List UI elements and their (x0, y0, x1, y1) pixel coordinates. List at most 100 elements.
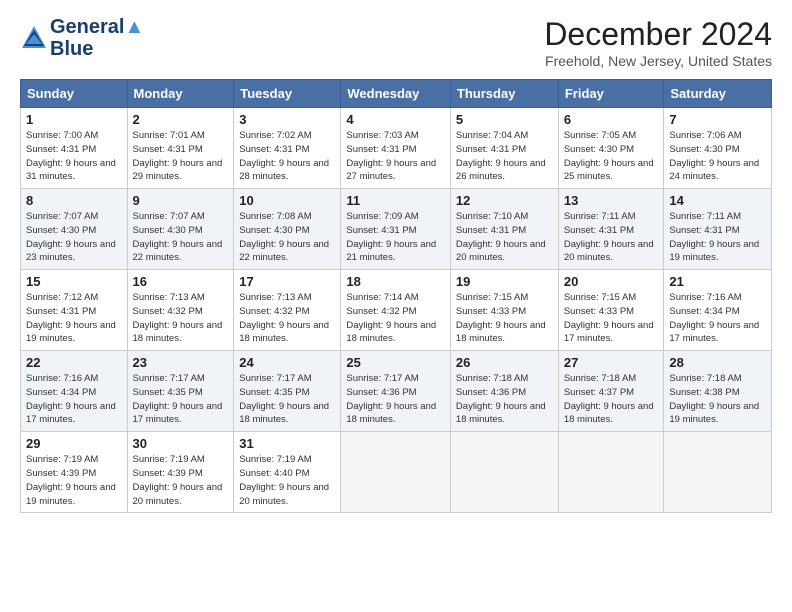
day-number: 1 (26, 112, 122, 127)
day-info: Sunrise: 7:10 AMSunset: 4:31 PMDaylight:… (456, 210, 553, 265)
day-info: Sunrise: 7:11 AMSunset: 4:31 PMDaylight:… (669, 210, 766, 265)
day-number: 4 (346, 112, 445, 127)
day-info: Sunrise: 7:13 AMSunset: 4:32 PMDaylight:… (239, 291, 335, 346)
calendar-week-row: 22 Sunrise: 7:16 AMSunset: 4:34 PMDaylig… (21, 351, 772, 432)
calendar-day-cell: 5 Sunrise: 7:04 AMSunset: 4:31 PMDayligh… (450, 108, 558, 189)
calendar-body: 1 Sunrise: 7:00 AMSunset: 4:31 PMDayligh… (21, 108, 772, 513)
day-number: 18 (346, 274, 445, 289)
title-section: December 2024 Freehold, New Jersey, Unit… (544, 16, 772, 69)
day-info: Sunrise: 7:15 AMSunset: 4:33 PMDaylight:… (564, 291, 659, 346)
day-number: 2 (133, 112, 229, 127)
calendar-day-cell (558, 432, 664, 513)
day-info: Sunrise: 7:16 AMSunset: 4:34 PMDaylight:… (669, 291, 766, 346)
day-info: Sunrise: 7:19 AMSunset: 4:40 PMDaylight:… (239, 453, 335, 508)
logo-icon (20, 24, 48, 52)
calendar-day-cell: 29 Sunrise: 7:19 AMSunset: 4:39 PMDaylig… (21, 432, 128, 513)
day-number: 22 (26, 355, 122, 370)
day-info: Sunrise: 7:18 AMSunset: 4:38 PMDaylight:… (669, 372, 766, 427)
day-info: Sunrise: 7:05 AMSunset: 4:30 PMDaylight:… (564, 129, 659, 184)
calendar-day-cell: 10 Sunrise: 7:08 AMSunset: 4:30 PMDaylig… (234, 189, 341, 270)
calendar-day-cell: 3 Sunrise: 7:02 AMSunset: 4:31 PMDayligh… (234, 108, 341, 189)
day-info: Sunrise: 7:17 AMSunset: 4:36 PMDaylight:… (346, 372, 445, 427)
day-info: Sunrise: 7:19 AMSunset: 4:39 PMDaylight:… (133, 453, 229, 508)
calendar-day-cell: 31 Sunrise: 7:19 AMSunset: 4:40 PMDaylig… (234, 432, 341, 513)
calendar-day-cell: 13 Sunrise: 7:11 AMSunset: 4:31 PMDaylig… (558, 189, 664, 270)
day-number: 15 (26, 274, 122, 289)
calendar-week-row: 29 Sunrise: 7:19 AMSunset: 4:39 PMDaylig… (21, 432, 772, 513)
calendar-week-row: 15 Sunrise: 7:12 AMSunset: 4:31 PMDaylig… (21, 270, 772, 351)
day-info: Sunrise: 7:02 AMSunset: 4:31 PMDaylight:… (239, 129, 335, 184)
calendar-day-cell: 16 Sunrise: 7:13 AMSunset: 4:32 PMDaylig… (127, 270, 234, 351)
calendar-day-cell: 25 Sunrise: 7:17 AMSunset: 4:36 PMDaylig… (341, 351, 451, 432)
logo-text: General▲ Blue (50, 16, 144, 60)
day-number: 31 (239, 436, 335, 451)
calendar-day-cell: 15 Sunrise: 7:12 AMSunset: 4:31 PMDaylig… (21, 270, 128, 351)
calendar-week-row: 1 Sunrise: 7:00 AMSunset: 4:31 PMDayligh… (21, 108, 772, 189)
page: General▲ Blue December 2024 Freehold, Ne… (0, 0, 792, 523)
day-number: 8 (26, 193, 122, 208)
day-info: Sunrise: 7:06 AMSunset: 4:30 PMDaylight:… (669, 129, 766, 184)
header-day: Friday (558, 80, 664, 108)
calendar-day-cell: 4 Sunrise: 7:03 AMSunset: 4:31 PMDayligh… (341, 108, 451, 189)
day-number: 29 (26, 436, 122, 451)
header-day: Wednesday (341, 80, 451, 108)
day-number: 23 (133, 355, 229, 370)
calendar-day-cell: 27 Sunrise: 7:18 AMSunset: 4:37 PMDaylig… (558, 351, 664, 432)
calendar-day-cell (664, 432, 772, 513)
calendar-day-cell: 20 Sunrise: 7:15 AMSunset: 4:33 PMDaylig… (558, 270, 664, 351)
day-info: Sunrise: 7:17 AMSunset: 4:35 PMDaylight:… (239, 372, 335, 427)
header-day: Saturday (664, 80, 772, 108)
day-number: 30 (133, 436, 229, 451)
calendar-day-cell: 12 Sunrise: 7:10 AMSunset: 4:31 PMDaylig… (450, 189, 558, 270)
day-number: 26 (456, 355, 553, 370)
calendar-day-cell: 17 Sunrise: 7:13 AMSunset: 4:32 PMDaylig… (234, 270, 341, 351)
day-info: Sunrise: 7:09 AMSunset: 4:31 PMDaylight:… (346, 210, 445, 265)
location: Freehold, New Jersey, United States (544, 53, 772, 69)
header-day: Tuesday (234, 80, 341, 108)
header-day: Thursday (450, 80, 558, 108)
calendar-header: SundayMondayTuesdayWednesdayThursdayFrid… (21, 80, 772, 108)
calendar-day-cell (341, 432, 451, 513)
calendar-day-cell: 26 Sunrise: 7:18 AMSunset: 4:36 PMDaylig… (450, 351, 558, 432)
day-number: 27 (564, 355, 659, 370)
month-title: December 2024 (544, 16, 772, 53)
day-info: Sunrise: 7:03 AMSunset: 4:31 PMDaylight:… (346, 129, 445, 184)
day-info: Sunrise: 7:04 AMSunset: 4:31 PMDaylight:… (456, 129, 553, 184)
calendar-day-cell: 21 Sunrise: 7:16 AMSunset: 4:34 PMDaylig… (664, 270, 772, 351)
day-number: 25 (346, 355, 445, 370)
day-number: 16 (133, 274, 229, 289)
calendar-day-cell: 28 Sunrise: 7:18 AMSunset: 4:38 PMDaylig… (664, 351, 772, 432)
day-info: Sunrise: 7:07 AMSunset: 4:30 PMDaylight:… (133, 210, 229, 265)
day-number: 24 (239, 355, 335, 370)
calendar-day-cell: 23 Sunrise: 7:17 AMSunset: 4:35 PMDaylig… (127, 351, 234, 432)
day-info: Sunrise: 7:00 AMSunset: 4:31 PMDaylight:… (26, 129, 122, 184)
day-info: Sunrise: 7:15 AMSunset: 4:33 PMDaylight:… (456, 291, 553, 346)
calendar-table: SundayMondayTuesdayWednesdayThursdayFrid… (20, 79, 772, 513)
calendar-day-cell: 1 Sunrise: 7:00 AMSunset: 4:31 PMDayligh… (21, 108, 128, 189)
day-number: 7 (669, 112, 766, 127)
day-info: Sunrise: 7:14 AMSunset: 4:32 PMDaylight:… (346, 291, 445, 346)
day-number: 5 (456, 112, 553, 127)
calendar-day-cell: 8 Sunrise: 7:07 AMSunset: 4:30 PMDayligh… (21, 189, 128, 270)
day-number: 14 (669, 193, 766, 208)
calendar-day-cell: 19 Sunrise: 7:15 AMSunset: 4:33 PMDaylig… (450, 270, 558, 351)
day-info: Sunrise: 7:01 AMSunset: 4:31 PMDaylight:… (133, 129, 229, 184)
calendar-day-cell: 18 Sunrise: 7:14 AMSunset: 4:32 PMDaylig… (341, 270, 451, 351)
day-number: 13 (564, 193, 659, 208)
day-info: Sunrise: 7:08 AMSunset: 4:30 PMDaylight:… (239, 210, 335, 265)
calendar-day-cell: 24 Sunrise: 7:17 AMSunset: 4:35 PMDaylig… (234, 351, 341, 432)
day-info: Sunrise: 7:18 AMSunset: 4:36 PMDaylight:… (456, 372, 553, 427)
day-info: Sunrise: 7:07 AMSunset: 4:30 PMDaylight:… (26, 210, 122, 265)
day-number: 17 (239, 274, 335, 289)
day-number: 12 (456, 193, 553, 208)
header-day: Monday (127, 80, 234, 108)
logo: General▲ Blue (20, 16, 144, 60)
day-number: 19 (456, 274, 553, 289)
day-number: 9 (133, 193, 229, 208)
day-number: 28 (669, 355, 766, 370)
calendar-day-cell: 14 Sunrise: 7:11 AMSunset: 4:31 PMDaylig… (664, 189, 772, 270)
header-day: Sunday (21, 80, 128, 108)
calendar-day-cell: 11 Sunrise: 7:09 AMSunset: 4:31 PMDaylig… (341, 189, 451, 270)
day-info: Sunrise: 7:13 AMSunset: 4:32 PMDaylight:… (133, 291, 229, 346)
day-info: Sunrise: 7:16 AMSunset: 4:34 PMDaylight:… (26, 372, 122, 427)
